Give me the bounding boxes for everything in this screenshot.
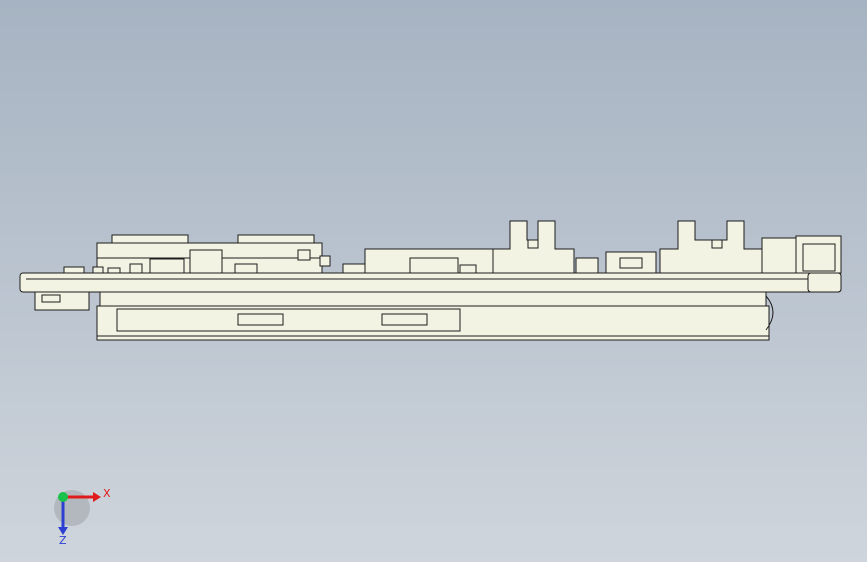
cad-viewport[interactable]: X Z: [0, 0, 867, 562]
smd-part-2: [92, 266, 104, 274]
connector-right-2-pin: [711, 239, 723, 249]
jack-body: [761, 237, 799, 274]
connector-pins-left-b: [237, 234, 315, 244]
underside-plate: [99, 291, 767, 307]
small-part-b: [189, 249, 223, 274]
z-axis-label: Z: [59, 534, 67, 547]
chip-right-1: [575, 257, 599, 274]
left-bracket-slot: [41, 294, 61, 303]
right-end-cap: [807, 272, 842, 293]
small-part-d: [297, 249, 311, 261]
connector-pins-left-a: [111, 234, 189, 244]
connector-right-1-pin: [527, 239, 539, 249]
smd-part-3: [107, 267, 121, 274]
main-pcb-board: [19, 272, 842, 293]
underside-rail: [96, 335, 770, 341]
underside-slot-1: [237, 313, 284, 326]
y-axis-dot: [58, 492, 68, 502]
chip-right-2-label: [619, 257, 643, 269]
underside-slot-2: [381, 313, 428, 326]
smd-part-1: [63, 266, 85, 274]
chip-mid-3: [409, 257, 459, 274]
small-part-e: [319, 255, 331, 267]
jack-inner: [802, 243, 836, 272]
chip-mid-4: [459, 264, 477, 274]
small-part-c: [234, 263, 258, 274]
smd-part-4: [129, 263, 143, 274]
small-part-a: [149, 258, 185, 274]
x-axis-label: X: [103, 487, 111, 500]
